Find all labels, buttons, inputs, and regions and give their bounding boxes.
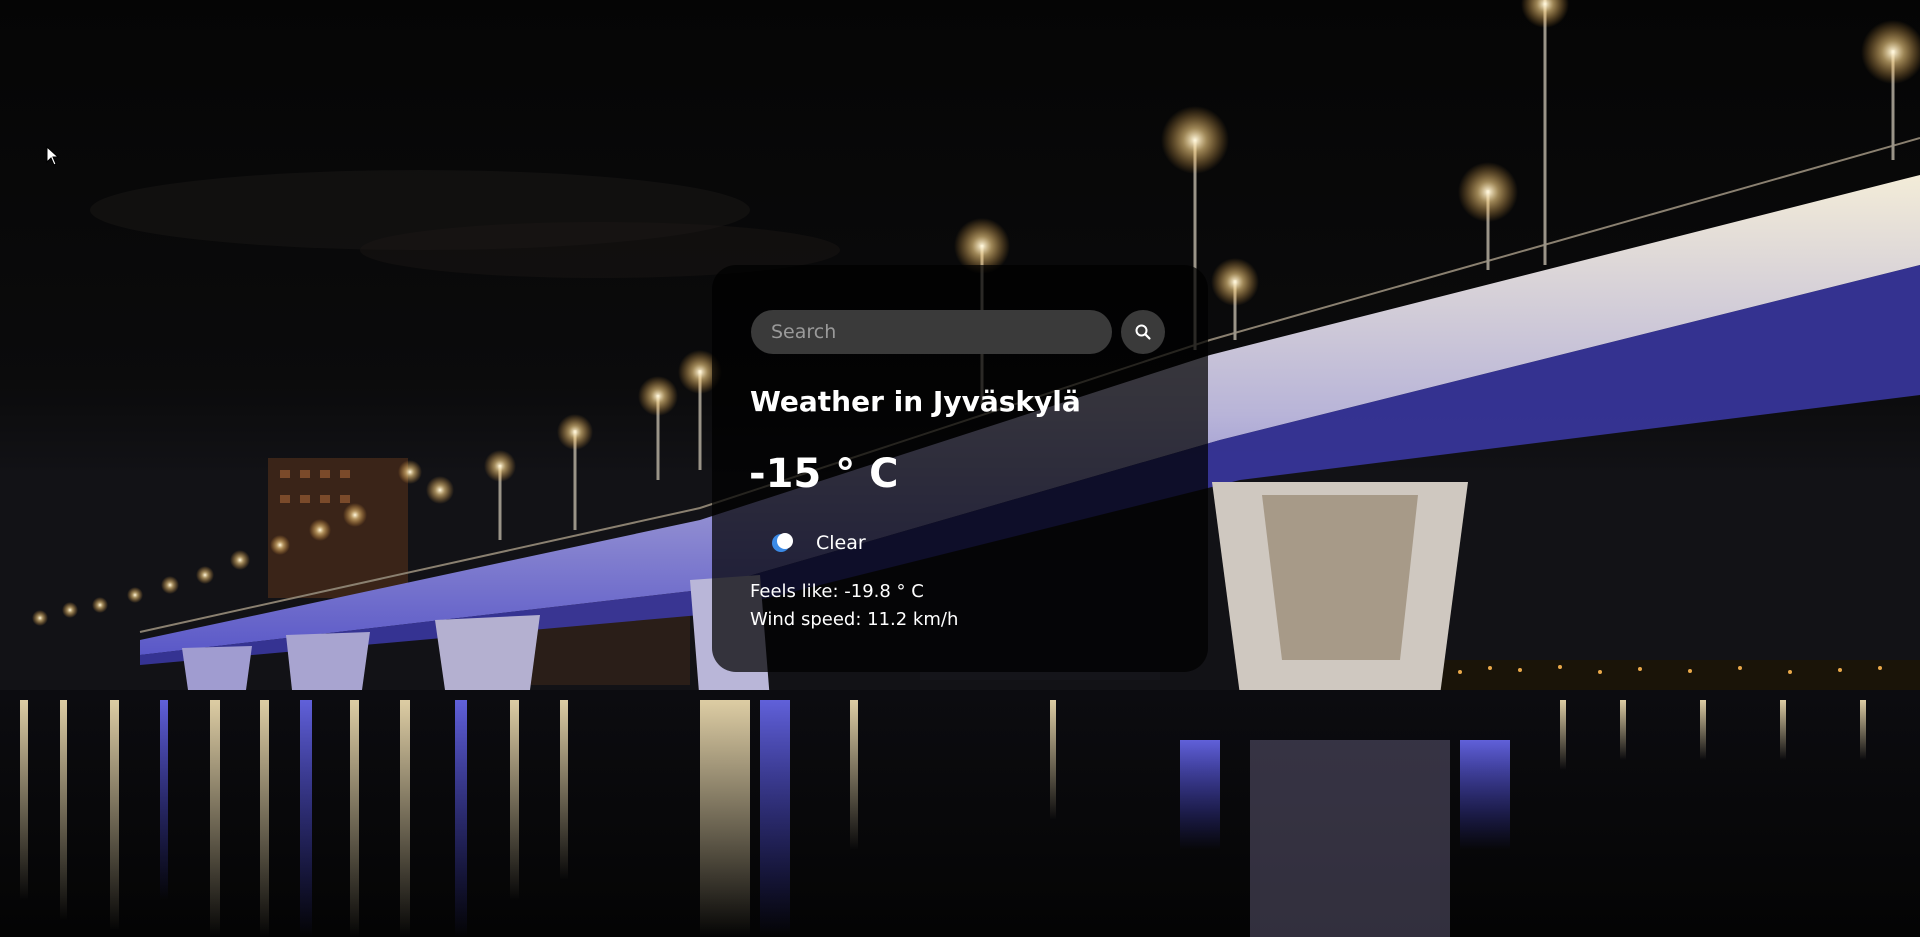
weather-card: Weather in Jyväskylä -15 ° C Clear Feels… [712,265,1208,672]
search-input[interactable] [751,310,1112,354]
mouse-cursor-icon [46,146,60,166]
moon-icon [772,533,793,552]
search-icon [1135,324,1151,340]
condition-text: Clear [816,532,866,554]
search-button[interactable] [1121,310,1165,354]
condition-row: Clear [768,530,866,556]
search-bar [751,310,1169,356]
temperature: -15 ° C [749,451,899,497]
wind-speed: Wind speed: 11.2 km/h [750,609,959,630]
city-title: Weather in Jyväskylä [750,385,1081,418]
feels-like: Feels like: -19.8 ° C [750,581,924,602]
